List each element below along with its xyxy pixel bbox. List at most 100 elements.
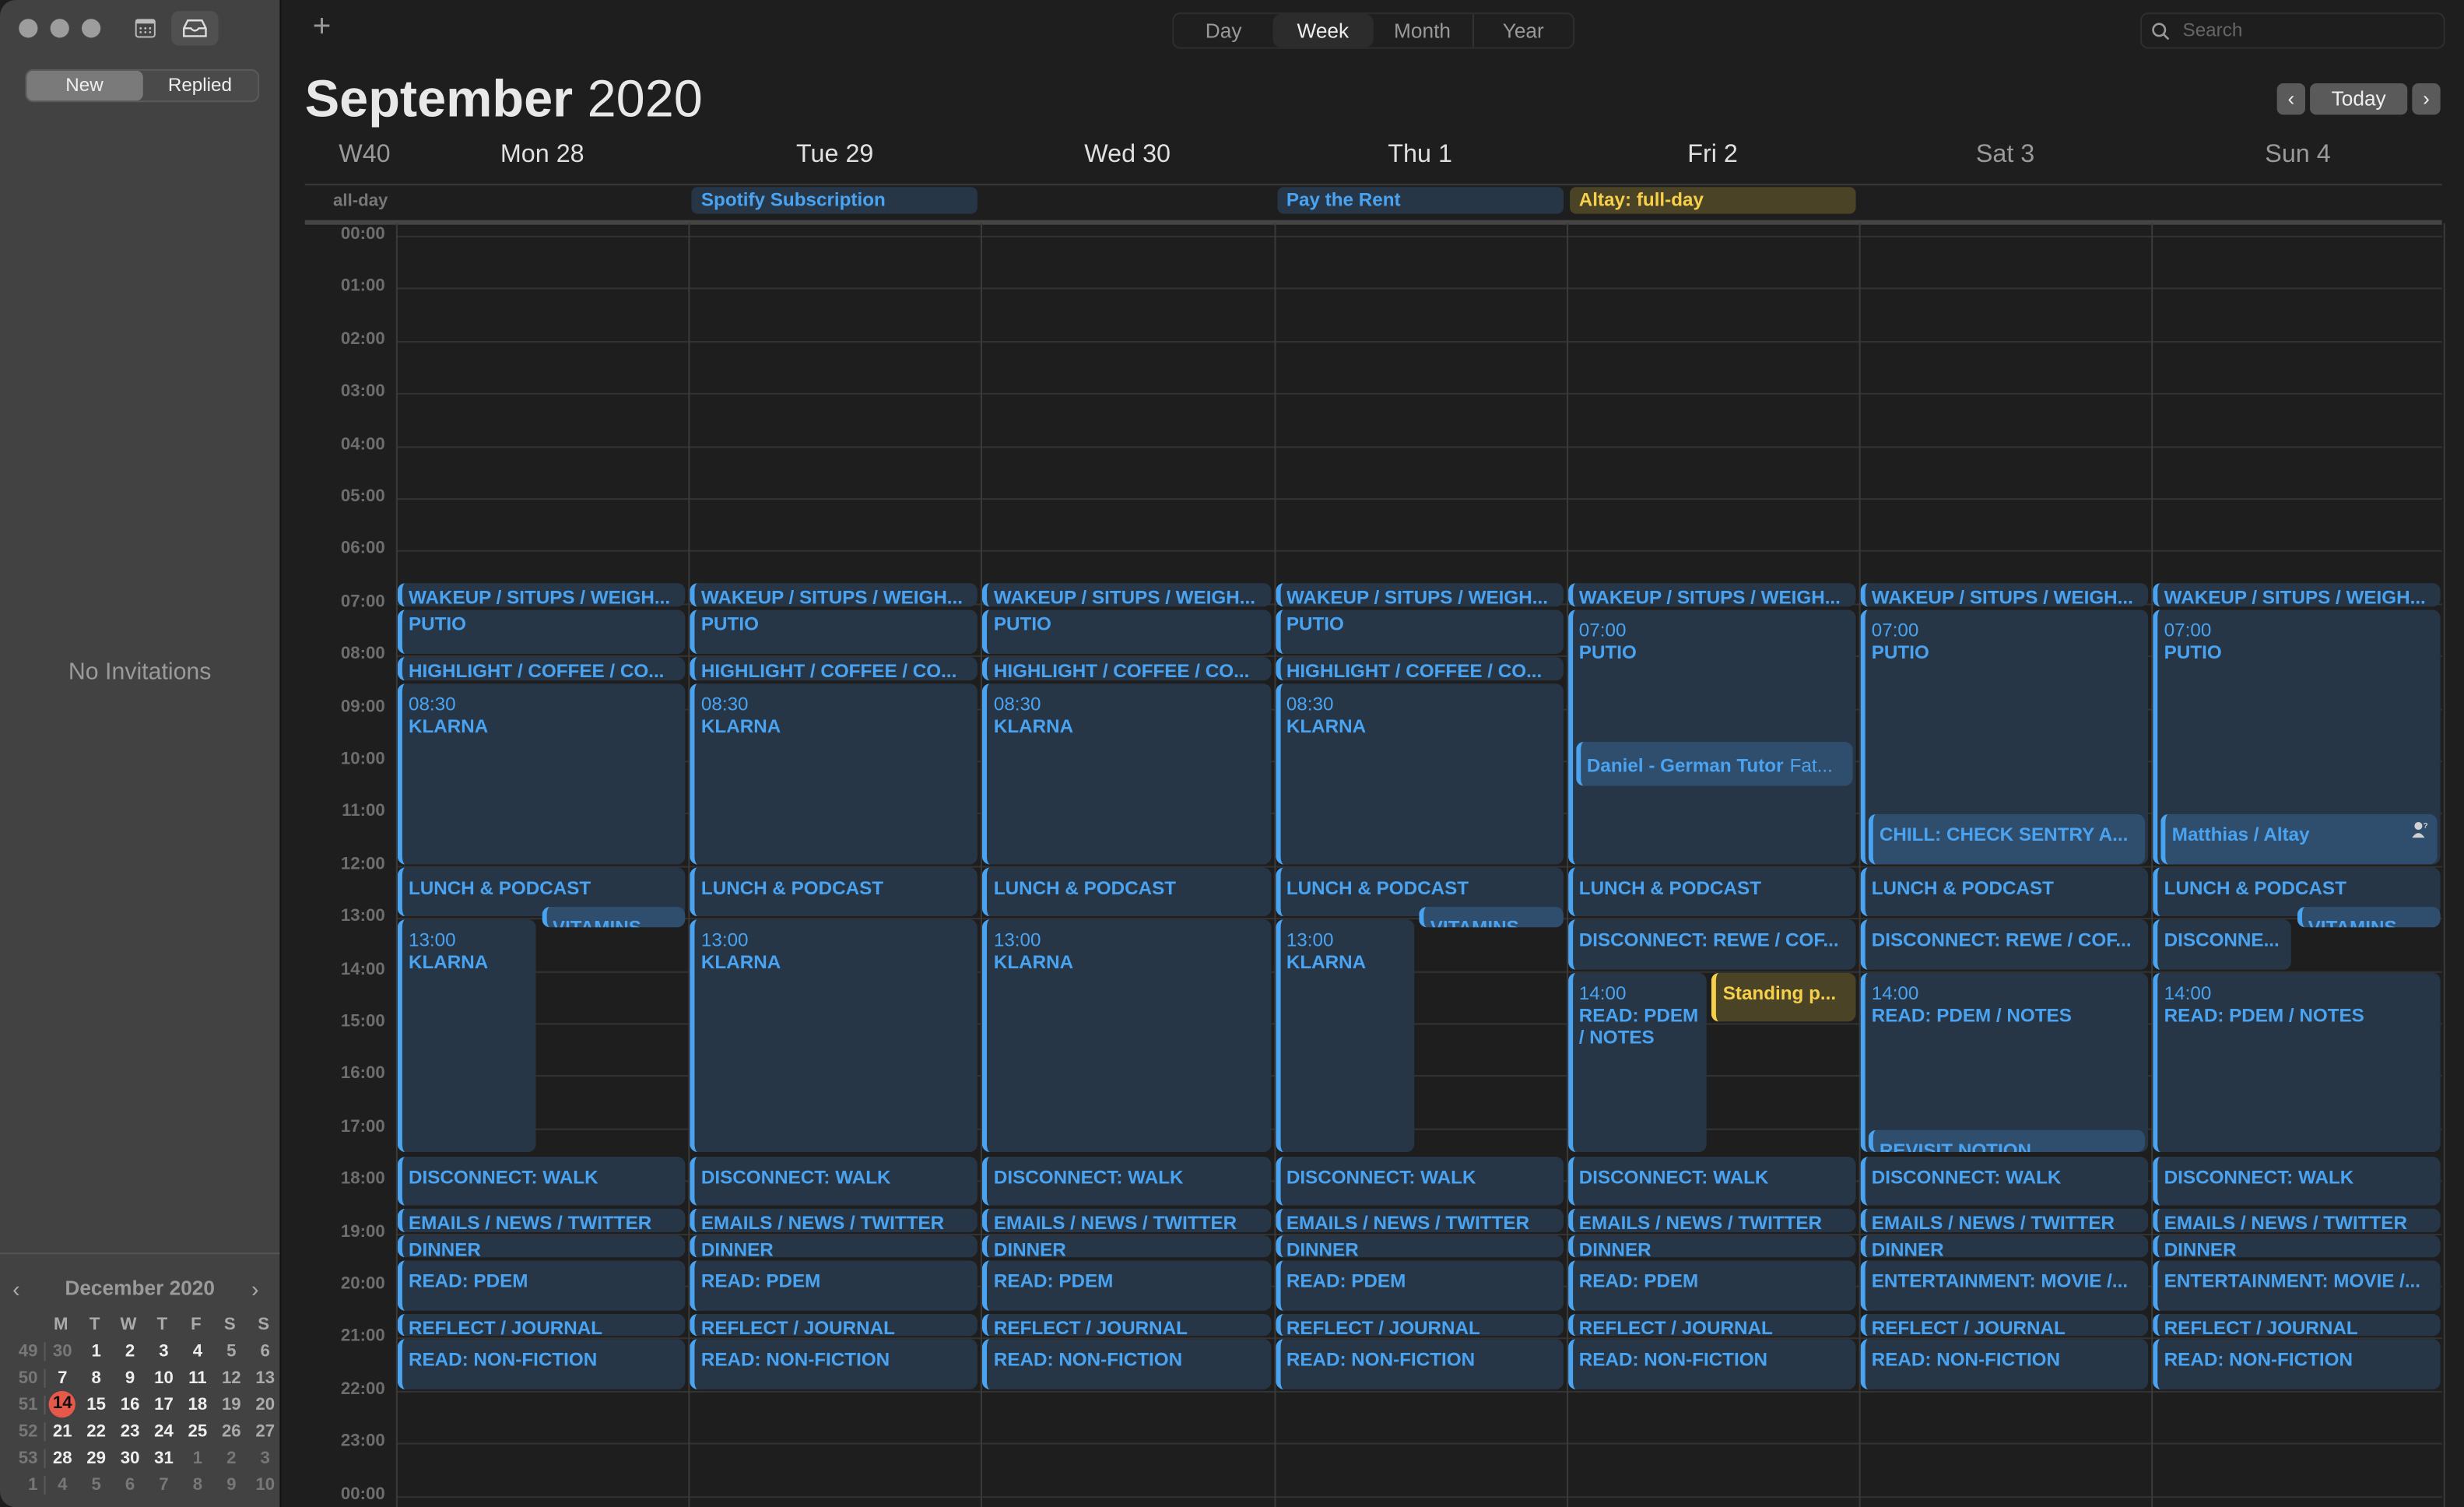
calendar-event[interactable]: DISCONNECT: REWE / COF... [1860, 919, 2149, 969]
calendar-event[interactable]: CHILL: CHECK SENTRY A... [1868, 814, 2146, 865]
calendar-event[interactable]: READ: NON-FICTION [690, 1340, 978, 1389]
mini-day[interactable]: 21 [46, 1421, 79, 1440]
mini-day[interactable]: 3 [248, 1449, 282, 1467]
calendar-event[interactable]: WAKEUP / SITUPS / WEIGH... [1275, 583, 1564, 607]
mini-day[interactable]: 2 [215, 1449, 248, 1467]
view-year[interactable]: Year [1473, 14, 1573, 47]
calendar-event[interactable]: DINNER [1275, 1235, 1564, 1258]
mini-day[interactable]: 20 [248, 1395, 282, 1414]
mini-day[interactable]: 1 [79, 1341, 113, 1360]
close-window-button[interactable] [19, 19, 38, 38]
mini-day[interactable]: 5 [215, 1341, 248, 1360]
mini-day[interactable]: 13 [248, 1368, 282, 1387]
next-week-button[interactable]: › [2412, 83, 2441, 115]
all-day-event[interactable]: Altay: full-day [1569, 187, 1856, 214]
calendar-event[interactable]: 14:00 READ: PDEM / NOTES [1860, 972, 2149, 1153]
mini-day[interactable]: 26 [215, 1421, 248, 1440]
minimize-window-button[interactable] [50, 19, 69, 38]
calendar-event[interactable]: READ: NON-FICTION [982, 1340, 1271, 1389]
calendar-event[interactable]: DISCONNECT: WALK [982, 1156, 1271, 1206]
mini-day[interactable]: 17 [147, 1395, 181, 1414]
calendar-event[interactable]: HIGHLIGHT / COFFEE / CO... [690, 657, 978, 681]
calendar-event[interactable]: 13:00 KLARNA [690, 919, 978, 1153]
inbox-icon[interactable] [171, 11, 219, 46]
calendar-event[interactable]: WAKEUP / SITUPS / WEIGH... [1860, 583, 2149, 607]
calendar-event[interactable]: EMAILS / NEWS / TWITTER [1860, 1208, 2149, 1232]
calendar-event[interactable]: 08:30 KLARNA [982, 683, 1271, 865]
mini-day[interactable]: 27 [248, 1421, 282, 1440]
mini-day[interactable]: 30 [46, 1341, 79, 1360]
day-header[interactable]: Sat 3 [1859, 142, 2152, 170]
calendar-event[interactable]: REVISIT NOTION [1868, 1129, 2146, 1153]
day-header[interactable]: Thu 1 [1274, 142, 1567, 170]
calendar-event[interactable]: 13:00 KLARNA [982, 919, 1271, 1153]
mini-day[interactable]: 9 [113, 1368, 146, 1387]
calendar-event[interactable]: HIGHLIGHT / COFFEE / CO... [982, 657, 1271, 681]
mini-day[interactable]: 28 [46, 1449, 79, 1467]
calendar-event[interactable]: 07:00 PUTIO [1567, 609, 1856, 865]
calendar-event[interactable]: 08:30 KLARNA [397, 683, 686, 865]
calendar-event[interactable]: WAKEUP / SITUPS / WEIGH... [2153, 583, 2441, 607]
calendar-event[interactable]: LUNCH & PODCAST [1860, 867, 2149, 917]
calendar-event[interactable]: EMAILS / NEWS / TWITTER [1567, 1208, 1856, 1232]
calendar-event[interactable]: Daniel - German Tutor Fat... [1575, 741, 1853, 785]
calendar-event[interactable]: HIGHLIGHT / COFFEE / CO... [1275, 657, 1564, 681]
calendar-event[interactable]: HIGHLIGHT / COFFEE / CO... [397, 657, 686, 681]
calendar-event[interactable]: DINNER [397, 1235, 686, 1258]
calendar-event[interactable]: PUTIO [690, 609, 978, 655]
calendar-event[interactable]: VITAMINS [1419, 906, 1564, 927]
calendar-event[interactable]: VITAMINS [541, 906, 686, 927]
mini-day[interactable]: 12 [215, 1368, 248, 1387]
calendar-event[interactable]: REFLECT / JOURNAL [397, 1313, 686, 1337]
mini-day[interactable]: 14 [49, 1390, 76, 1418]
mini-day[interactable]: 22 [79, 1421, 113, 1440]
calendar-event[interactable]: ENTERTAINMENT: MOVIE /... [1860, 1260, 2149, 1311]
calendar-event[interactable]: READ: PDEM [690, 1260, 978, 1311]
day-header[interactable]: Sun 4 [2152, 142, 2445, 170]
calendar-event[interactable]: DISCONNECT: WALK [690, 1156, 978, 1206]
mini-day[interactable]: 16 [113, 1395, 146, 1414]
mini-day[interactable]: 18 [181, 1395, 214, 1414]
day-header[interactable]: Wed 30 [981, 142, 1274, 170]
mini-day[interactable]: 31 [147, 1449, 181, 1467]
all-day-event[interactable]: Pay the Rent [1276, 187, 1564, 214]
view-week[interactable]: Week [1272, 14, 1373, 47]
mini-day[interactable]: 8 [181, 1475, 214, 1494]
calendar-event[interactable]: DINNER [1860, 1235, 2149, 1258]
mini-day[interactable]: 19 [215, 1395, 248, 1414]
calendar-event[interactable]: LUNCH & PODCAST [1567, 867, 1856, 917]
calendar-event[interactable]: EMAILS / NEWS / TWITTER [982, 1208, 1271, 1232]
view-month[interactable]: Month [1373, 14, 1474, 47]
mini-day[interactable]: 10 [248, 1475, 282, 1494]
calendar-event[interactable]: WAKEUP / SITUPS / WEIGH... [982, 583, 1271, 607]
calendar-event[interactable]: DISCONNECT: WALK [1275, 1156, 1564, 1206]
calendar-event[interactable]: DISCONNECT: WALK [397, 1156, 686, 1206]
mini-day[interactable]: 7 [46, 1368, 79, 1387]
mini-day[interactable]: 24 [147, 1421, 181, 1440]
mini-day[interactable]: 7 [147, 1475, 181, 1494]
calendar-event[interactable]: DISCONNECT: REWE / COF... [1567, 919, 1856, 969]
mini-day[interactable]: 8 [79, 1368, 113, 1387]
calendar-event[interactable]: 08:30 KLARNA [690, 683, 978, 865]
calendar-event[interactable]: READ: NON-FICTION [1275, 1340, 1564, 1389]
calendar-event[interactable]: REFLECT / JOURNAL [982, 1313, 1271, 1337]
view-day[interactable]: Day [1174, 14, 1273, 47]
mini-day[interactable]: 29 [79, 1449, 113, 1467]
calendar-event[interactable]: REFLECT / JOURNAL [690, 1313, 978, 1337]
mini-day[interactable]: 4 [181, 1341, 214, 1360]
calendar-event[interactable]: PUTIO [982, 609, 1271, 655]
calendar-event[interactable]: READ: NON-FICTION [1567, 1340, 1856, 1389]
calendar-event[interactable]: READ: PDEM [982, 1260, 1271, 1311]
all-day-event[interactable]: Spotify Subscription [691, 187, 978, 214]
filter-new[interactable]: New [26, 70, 142, 101]
day-header[interactable]: Fri 2 [1567, 142, 1859, 170]
calendar-event[interactable]: WAKEUP / SITUPS / WEIGH... [1567, 583, 1856, 607]
calendar-event[interactable]: READ: NON-FICTION [2153, 1340, 2441, 1389]
calendar-event[interactable]: DISCONNECT: WALK [2153, 1156, 2441, 1206]
calendar-event[interactable]: 08:30 KLARNA [1275, 683, 1564, 865]
calendar-event[interactable]: PUTIO [397, 609, 686, 655]
prev-week-button[interactable]: ‹ [2276, 83, 2306, 115]
calendar-event[interactable]: LUNCH & PODCAST [982, 867, 1271, 917]
week-grid[interactable]: 00:00 01:00 02:00 03:00 04:00 05:00 06:00 07:00… [281, 223, 2464, 1507]
calendar-event[interactable]: DISCONNECT: WALK [1860, 1156, 2149, 1206]
